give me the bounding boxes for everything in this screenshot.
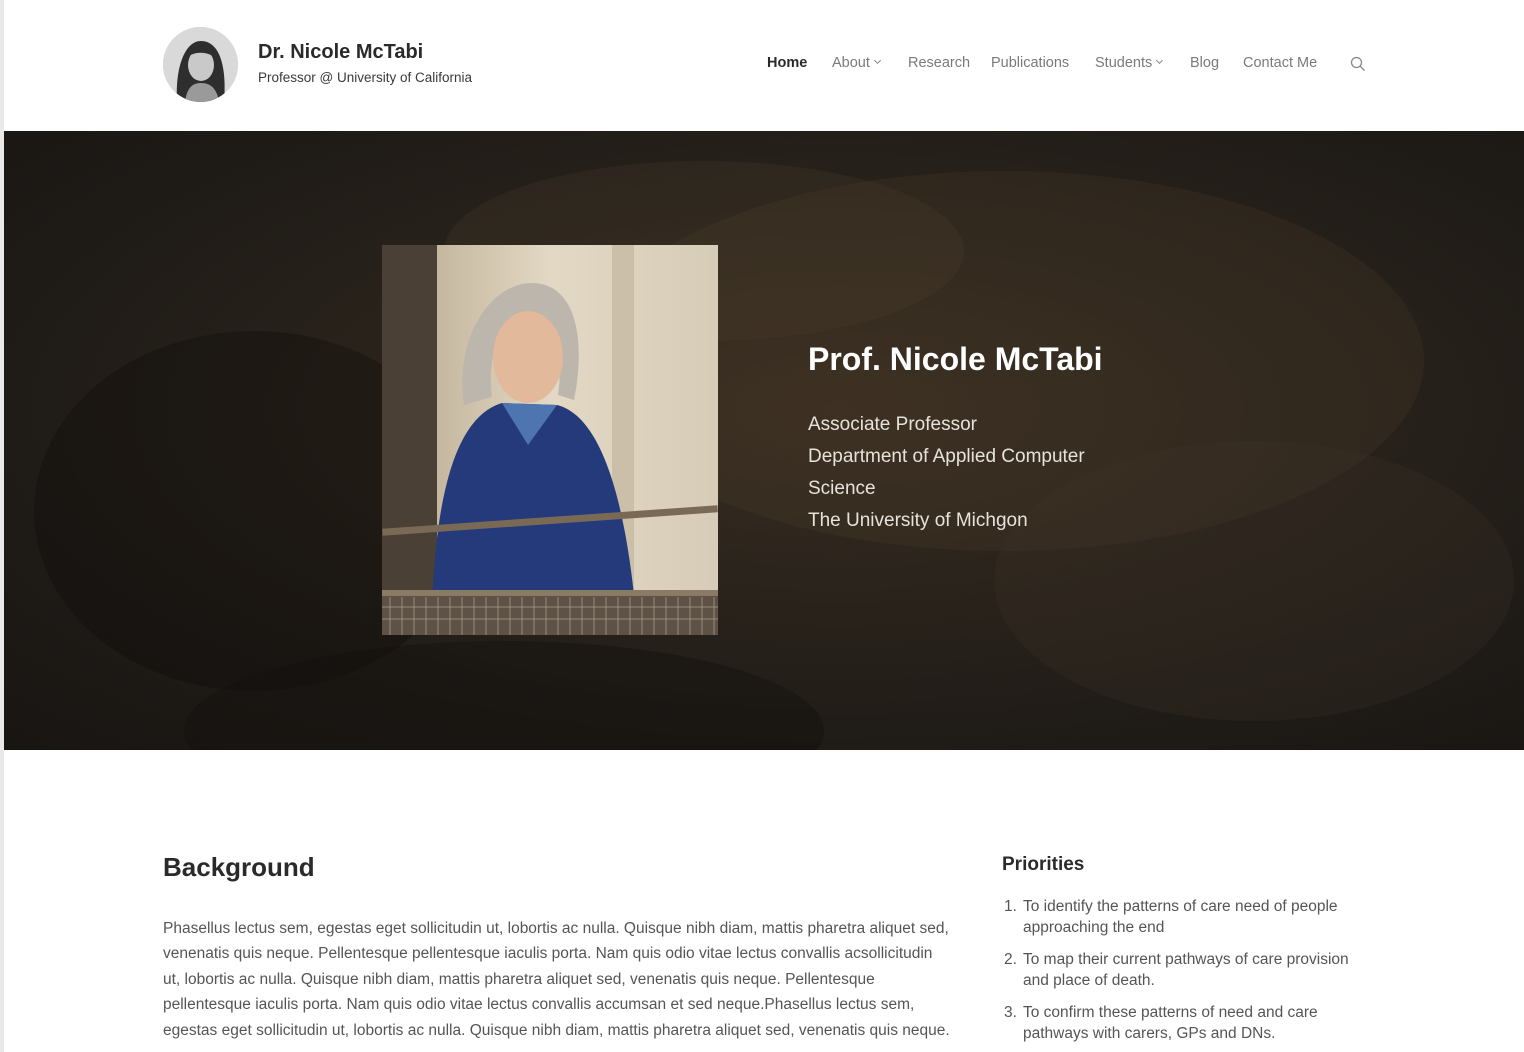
background-line: pellentesque iaculis porta. Nam quis odi…: [163, 996, 915, 1014]
background-line: venenatis quis neque. Pellentesque pelle…: [163, 945, 933, 963]
main-nav: Home About Research Publications Student…: [4, 55, 1524, 75]
priorities-heading: Priorities: [1002, 854, 1085, 875]
hero-university-line: The University of Michgon: [808, 510, 1028, 531]
background-line: Phasellus lectus sem, egestas eget solli…: [163, 920, 949, 937]
hero-title-line: Associate Professor: [808, 414, 977, 435]
background-line: ut, lobortis ac nulla. Quisque nibh diam…: [163, 970, 875, 988]
priority-line: approaching the end: [1023, 919, 1165, 936]
hero-department-line: Department of Applied Computer: [808, 446, 1085, 467]
nav-contact[interactable]: Contact Me: [1243, 55, 1317, 71]
chevron-down-icon: [873, 56, 881, 65]
nav-about[interactable]: About: [832, 55, 881, 71]
nav-home-label: Home: [767, 55, 808, 71]
priority-line: pathways with carers, GPs and DNs.: [1023, 1025, 1276, 1042]
priority-line: To map their current pathways of care pr…: [1023, 951, 1349, 968]
hero-department-line-2: Science: [808, 478, 876, 499]
priority-text: To identify the patterns of care need of…: [1023, 896, 1338, 938]
background-text: Phasellus lectus sem, egestas eget solli…: [163, 916, 953, 1043]
search-icon[interactable]: [1350, 56, 1366, 72]
nav-research-label: Research: [908, 55, 971, 71]
nav-contact-label: Contact Me: [1243, 55, 1318, 71]
nav-publications[interactable]: Publications: [991, 55, 1069, 71]
nav-blog[interactable]: Blog: [1190, 55, 1219, 71]
hero-banner: Prof. Nicole McTabi Associate Professor …: [4, 131, 1524, 750]
priority-line: To identify the patterns of care need of…: [1023, 898, 1338, 915]
nav-students[interactable]: Students: [1095, 55, 1164, 71]
nav-research[interactable]: Research: [908, 55, 970, 71]
priority-item: 2. To map their current pathways of care…: [1004, 949, 1364, 991]
priority-line: and place of death.: [1023, 972, 1155, 989]
nav-publications-label: Publications: [991, 55, 1070, 71]
priority-item: 1. To identify the patterns of care need…: [1004, 896, 1364, 938]
hero-background-image: [34, 161, 1514, 750]
background-line: egestas eget sollicitudin ut, lobortis a…: [163, 1021, 950, 1039]
nav-home[interactable]: Home: [767, 55, 807, 71]
background-heading: Background: [163, 852, 315, 882]
priority-text: To map their current pathways of care pr…: [1023, 949, 1349, 991]
priorities-list: 1. To identify the patterns of care need…: [1004, 896, 1364, 1052]
priority-number: 3.: [1004, 1004, 1017, 1021]
priority-number: 1.: [1004, 898, 1017, 915]
priority-text: To confirm these patterns of need and ca…: [1023, 1002, 1318, 1044]
nav-students-label: Students: [1095, 55, 1153, 71]
priority-number: 2.: [1004, 951, 1017, 968]
professor-portrait: [382, 245, 718, 635]
priority-line: To confirm these patterns of need and ca…: [1023, 1004, 1318, 1021]
hero-name: Prof. Nicole McTabi: [808, 341, 1103, 377]
nav-blog-label: Blog: [1190, 55, 1220, 71]
site-header: Dr. Nicole McTabi Professor @ University…: [4, 0, 1524, 131]
nav-about-label: About: [832, 55, 870, 71]
chevron-down-icon: [1156, 56, 1164, 65]
priority-item: 3. To confirm these patterns of need and…: [1004, 1002, 1364, 1044]
